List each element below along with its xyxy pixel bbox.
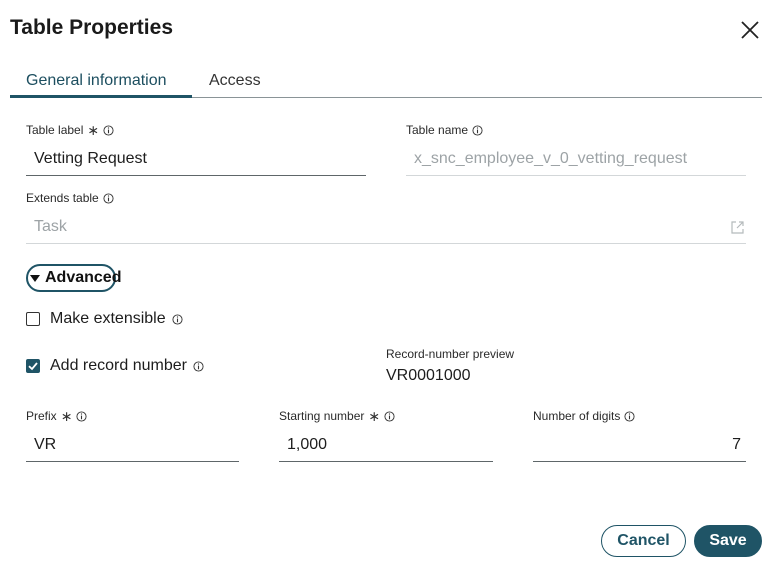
- record-preview-label: Record-number preview: [386, 347, 515, 361]
- info-icon[interactable]: [172, 313, 183, 325]
- extends-table-underline: [26, 243, 746, 244]
- table-name-text: Table name: [406, 123, 469, 137]
- make-extensible-label: Make extensible: [50, 310, 183, 328]
- prefix-label: Prefix ∗: [26, 409, 87, 423]
- save-button[interactable]: Save: [694, 525, 762, 557]
- info-icon[interactable]: [472, 124, 483, 136]
- tab-access[interactable]: Access: [209, 72, 261, 90]
- table-name-underline: [406, 175, 746, 176]
- info-icon[interactable]: [624, 410, 635, 422]
- make-extensible-checkbox[interactable]: [26, 312, 40, 326]
- starting-number-label: Starting number ∗: [279, 409, 395, 423]
- table-name-input: x_snc_employee_v_0_vetting_request: [414, 150, 688, 167]
- info-icon[interactable]: [384, 410, 395, 422]
- table-label-text: Table label: [26, 123, 84, 137]
- starting-number-underline: [279, 461, 493, 462]
- caret-down-icon: [30, 274, 40, 282]
- prefix-text: Prefix: [26, 409, 57, 423]
- make-extensible-text: Make extensible: [50, 310, 166, 327]
- extends-table-label: Extends table: [26, 191, 114, 205]
- table-label-underline: [26, 175, 366, 176]
- record-preview-value: VR0001000: [386, 367, 471, 384]
- add-record-number-text: Add record number: [50, 357, 187, 374]
- number-of-digits-underline: [533, 461, 746, 462]
- add-record-number-label: Add record number: [50, 357, 204, 375]
- open-record-icon: [731, 221, 744, 234]
- starting-number-input[interactable]: 1,000: [287, 436, 327, 454]
- extends-table-input: Task: [34, 218, 67, 235]
- advanced-toggle[interactable]: Advanced: [26, 264, 121, 292]
- close-button[interactable]: [738, 18, 762, 42]
- prefix-input[interactable]: VR: [34, 436, 56, 454]
- required-icon: ∗: [87, 122, 100, 138]
- cancel-button[interactable]: Cancel: [601, 525, 686, 557]
- tab-general-information[interactable]: General information: [26, 72, 167, 90]
- advanced-label: Advanced: [45, 269, 122, 286]
- checkmark-icon: [28, 362, 38, 371]
- table-label-input[interactable]: Vetting Request: [34, 150, 147, 168]
- info-icon[interactable]: [103, 124, 114, 136]
- number-of-digits-input[interactable]: 7: [533, 436, 741, 454]
- active-tab-indicator: [10, 95, 192, 98]
- dialog-title: Table Properties: [10, 16, 173, 39]
- info-icon[interactable]: [103, 192, 114, 204]
- table-label-label: Table label ∗: [26, 123, 114, 137]
- starting-number-text: Starting number: [279, 409, 365, 423]
- number-of-digits-text: Number of digits: [533, 409, 621, 423]
- add-record-number-checkbox[interactable]: [26, 359, 40, 373]
- required-icon: ∗: [368, 408, 381, 424]
- prefix-underline: [26, 461, 239, 462]
- extends-table-text: Extends table: [26, 191, 99, 205]
- required-icon: ∗: [60, 408, 73, 424]
- info-icon[interactable]: [76, 410, 87, 422]
- table-name-label: Table name: [406, 123, 483, 137]
- close-icon: [741, 21, 759, 39]
- info-icon[interactable]: [193, 360, 204, 372]
- number-of-digits-label: Number of digits: [533, 409, 635, 423]
